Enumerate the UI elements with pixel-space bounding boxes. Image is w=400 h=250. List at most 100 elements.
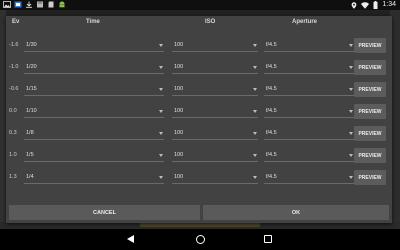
home-icon[interactable] <box>196 235 205 244</box>
header-ev: Ev <box>12 19 20 25</box>
ev-value: -1.6 <box>9 42 19 48</box>
iso-select[interactable]: 100 <box>172 150 258 162</box>
time-value: 1/8 <box>26 130 34 136</box>
time-select[interactable]: 1/8 <box>24 128 164 140</box>
exposure-row: 0.3 1/8 100 f/4.5 PREVIEW <box>6 123 392 145</box>
exposure-row: 1.0 1/5 100 f/4.5 PREVIEW <box>6 145 392 167</box>
android-icon <box>59 1 65 8</box>
time-value: 1/30 <box>26 42 37 48</box>
time-select[interactable]: 1/4 <box>24 172 164 184</box>
iso-value: 100 <box>174 174 184 180</box>
back-icon[interactable] <box>127 235 134 243</box>
dropdown-arrow-icon <box>349 110 353 113</box>
battery-icon <box>373 1 378 9</box>
aperture-value: f/4.5 <box>266 64 277 70</box>
iso-value: 100 <box>174 86 184 92</box>
time-select[interactable]: 1/15 <box>24 84 164 96</box>
dropdown-arrow-icon <box>349 88 353 91</box>
location-icon <box>351 1 357 9</box>
dropdown-arrow-icon <box>349 44 353 47</box>
iso-value: 100 <box>174 108 184 114</box>
preview-button[interactable]: PREVIEW <box>354 126 386 141</box>
dropdown-arrow-icon <box>253 176 257 179</box>
aperture-value: f/4.5 <box>266 42 277 48</box>
iso-select[interactable]: 100 <box>172 62 258 74</box>
preview-button[interactable]: PREVIEW <box>354 82 386 97</box>
time-value: 1/20 <box>26 64 37 70</box>
time-value: 1/4 <box>26 174 34 180</box>
gallery-icon <box>14 1 22 8</box>
aperture-select[interactable]: f/4.5 <box>264 150 354 162</box>
preview-button[interactable]: PREVIEW <box>354 148 386 163</box>
dropdown-arrow-icon <box>159 88 163 91</box>
exposure-row: -1.0 1/20 100 f/4.5 PREVIEW <box>6 57 392 79</box>
aperture-select[interactable]: f/4.5 <box>264 106 354 118</box>
dropdown-arrow-icon <box>253 154 257 157</box>
aperture-select[interactable]: f/4.5 <box>264 40 354 52</box>
dropdown-arrow-icon <box>159 132 163 135</box>
time-select[interactable]: 1/10 <box>24 106 164 118</box>
background-stripe <box>140 223 260 227</box>
dropdown-arrow-icon <box>159 66 163 69</box>
ev-value: 1.3 <box>9 174 17 180</box>
wifi-icon <box>361 1 370 9</box>
bracketing-dialog: Ev Time ISO Aperture -1.6 1/30 100 f/4.5… <box>6 16 392 223</box>
sd-card-icon <box>48 1 54 8</box>
dropdown-arrow-icon <box>159 110 163 113</box>
preview-button[interactable]: PREVIEW <box>354 38 386 53</box>
time-value: 1/15 <box>26 86 37 92</box>
recents-icon[interactable] <box>264 235 272 243</box>
preview-button[interactable]: PREVIEW <box>354 170 386 185</box>
clock: 1:34 <box>382 1 396 8</box>
ev-value: 0.0 <box>9 108 17 114</box>
preview-button[interactable]: PREVIEW <box>354 60 386 75</box>
time-value: 1/10 <box>26 108 37 114</box>
aperture-select[interactable]: f/4.5 <box>264 84 354 96</box>
dropdown-arrow-icon <box>349 176 353 179</box>
iso-select[interactable]: 100 <box>172 128 258 140</box>
dropdown-arrow-icon <box>349 132 353 135</box>
ev-value: -1.0 <box>9 64 19 70</box>
aperture-select[interactable]: f/4.5 <box>264 172 354 184</box>
time-select[interactable]: 1/20 <box>24 62 164 74</box>
exposure-row: -0.6 1/15 100 f/4.5 PREVIEW <box>6 79 392 101</box>
navigation-bar <box>0 229 400 250</box>
preview-button[interactable]: PREVIEW <box>354 104 386 119</box>
exposure-row: 1.3 1/4 100 f/4.5 PREVIEW <box>6 167 392 189</box>
iso-value: 100 <box>174 64 184 70</box>
ev-value: 1.0 <box>9 152 17 158</box>
image-icon <box>3 1 11 8</box>
dropdown-arrow-icon <box>159 176 163 179</box>
system-status: 1:34 <box>351 0 396 10</box>
dropdown-arrow-icon <box>253 88 257 91</box>
aperture-select[interactable]: f/4.5 <box>264 62 354 74</box>
iso-select[interactable]: 100 <box>172 84 258 96</box>
cancel-button[interactable]: CANCEL <box>9 205 200 220</box>
aperture-select[interactable]: f/4.5 <box>264 128 354 140</box>
aperture-value: f/4.5 <box>266 86 277 92</box>
dropdown-arrow-icon <box>253 110 257 113</box>
exposure-row: 0.0 1/10 100 f/4.5 PREVIEW <box>6 101 392 123</box>
screen: 1:34 Ev Time ISO Aperture -1.6 1/30 100 … <box>0 0 400 250</box>
iso-select[interactable]: 100 <box>172 40 258 52</box>
status-bar: 1:34 <box>0 0 400 10</box>
aperture-value: f/4.5 <box>266 108 277 114</box>
dropdown-arrow-icon <box>253 44 257 47</box>
iso-value: 100 <box>174 130 184 136</box>
time-select[interactable]: 1/30 <box>24 40 164 52</box>
iso-value: 100 <box>174 42 184 48</box>
background-app-bottom <box>0 222 400 229</box>
ok-button[interactable]: OK <box>203 205 389 220</box>
dropdown-arrow-icon <box>159 44 163 47</box>
time-select[interactable]: 1/5 <box>24 150 164 162</box>
dropdown-arrow-icon <box>349 66 353 69</box>
dropdown-arrow-icon <box>253 132 257 135</box>
dropdown-arrow-icon <box>159 154 163 157</box>
iso-select[interactable]: 100 <box>172 172 258 184</box>
dropdown-arrow-icon <box>253 66 257 69</box>
aperture-value: f/4.5 <box>266 152 277 158</box>
header-aperture: Aperture <box>292 19 318 25</box>
iso-select[interactable]: 100 <box>172 106 258 118</box>
storage-icon <box>37 1 43 8</box>
dropdown-arrow-icon <box>349 154 353 157</box>
